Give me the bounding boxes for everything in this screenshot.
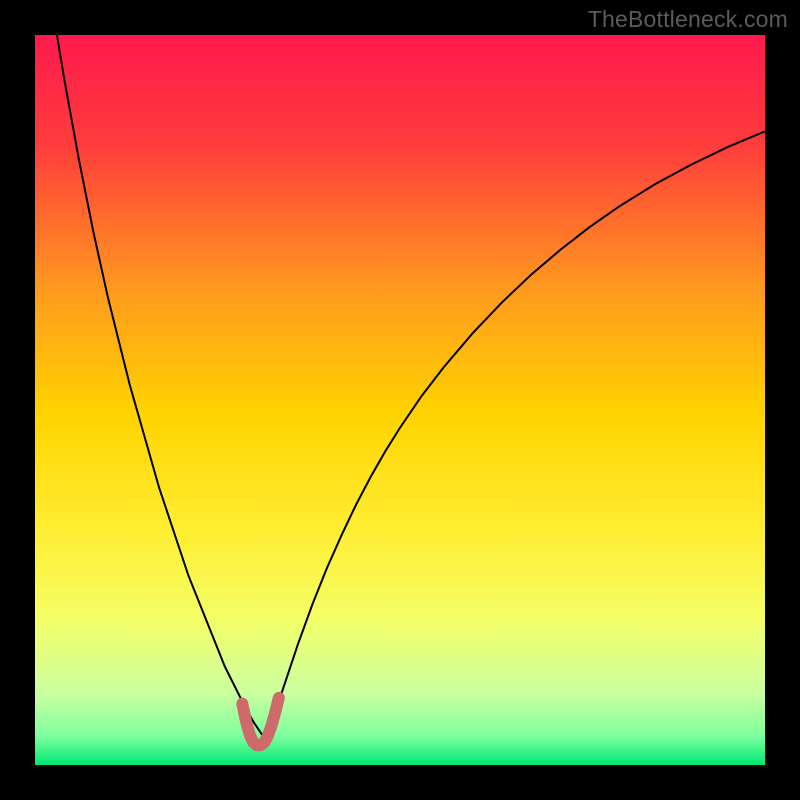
- gradient-background: [35, 35, 765, 765]
- watermark-text: TheBottleneck.com: [588, 6, 788, 33]
- chart-svg: [35, 35, 765, 765]
- plot-area: [35, 35, 765, 765]
- chart-frame: TheBottleneck.com: [0, 0, 800, 800]
